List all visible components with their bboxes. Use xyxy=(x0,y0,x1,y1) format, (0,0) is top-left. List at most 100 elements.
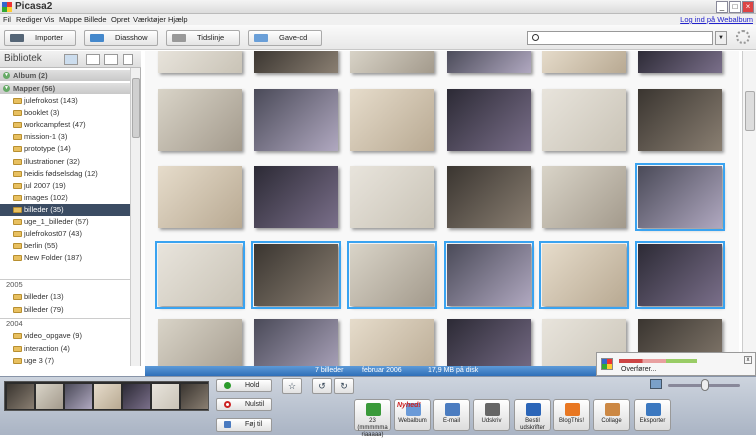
email-button[interactable]: E-mail xyxy=(433,399,470,431)
scrollbar-thumb[interactable] xyxy=(132,78,140,138)
detail-view-button[interactable] xyxy=(104,54,118,65)
folder-item[interactable]: uge_1_billeder (57) xyxy=(0,216,130,228)
search-dropdown-button[interactable]: ▼ xyxy=(715,31,727,45)
zoom-slider-knob[interactable] xyxy=(701,379,709,391)
import-button[interactable]: Importer xyxy=(4,30,76,46)
login-webalbum-link[interactable]: Log ind på Webalbum xyxy=(680,15,753,24)
folder-icon xyxy=(13,170,22,177)
photo-thumbnail[interactable] xyxy=(254,166,338,228)
photo-thumbnail[interactable] xyxy=(444,241,534,309)
photo-thumbnail[interactable] xyxy=(350,51,434,73)
search-input[interactable] xyxy=(527,31,713,45)
export-button[interactable]: Eksporter xyxy=(634,399,671,431)
photo-thumbnail[interactable] xyxy=(542,89,626,151)
collage-button[interactable]: Collage xyxy=(593,399,630,431)
hold-button[interactable]: Hold xyxy=(216,379,272,392)
maximize-button[interactable]: □ xyxy=(729,1,741,13)
menu-view[interactable]: Vis xyxy=(44,15,54,24)
folder-group[interactable]: ▼ Mapper (56) xyxy=(0,83,130,94)
tray-thumbnail[interactable] xyxy=(7,384,34,409)
photo-thumbnail[interactable] xyxy=(254,319,338,366)
photo-thumbnail[interactable] xyxy=(158,51,242,73)
folder-item[interactable]: images (102) xyxy=(0,192,130,204)
menu-help[interactable]: Hjælp xyxy=(168,15,188,24)
menu-file[interactable]: Fil xyxy=(3,15,11,24)
photo-thumbnail[interactable] xyxy=(635,163,725,231)
tray-thumbnail[interactable] xyxy=(152,384,179,409)
photo-thumbnail[interactable] xyxy=(350,166,434,228)
menu-picture[interactable]: Billede xyxy=(84,15,107,24)
photo-thumbnail[interactable] xyxy=(542,51,626,73)
folder-item[interactable]: billeder (13) xyxy=(0,291,130,303)
tray-thumbnail[interactable] xyxy=(123,384,150,409)
photo-thumbnail[interactable] xyxy=(158,89,242,151)
album-group[interactable]: ▼ Album (2) xyxy=(0,70,130,81)
folder-item[interactable]: jul 2007 (19) xyxy=(0,180,130,192)
folder-item[interactable]: interaction (4) xyxy=(0,343,130,355)
photo-thumbnail[interactable] xyxy=(155,241,245,309)
photo-thumbnail[interactable] xyxy=(638,51,722,73)
folder-item[interactable]: julefrokost (143) xyxy=(0,95,130,107)
photo-thumbnail[interactable] xyxy=(350,319,434,366)
order-prints-button[interactable]: Bestil udskrifter xyxy=(514,399,551,431)
folder-item[interactable]: New Folder (187) xyxy=(0,252,130,264)
rotate-right-button[interactable]: ↻ xyxy=(334,378,354,394)
tray-thumbnail[interactable] xyxy=(181,384,208,409)
photo-thumbnail[interactable] xyxy=(447,51,531,73)
photo-thumbnail[interactable] xyxy=(447,319,531,366)
photo-grid-scrollbar[interactable] xyxy=(742,51,756,366)
menu-edit[interactable]: Rediger xyxy=(16,15,42,24)
timeline-button[interactable]: Tidslinje xyxy=(166,30,240,46)
close-icon[interactable]: x xyxy=(744,356,752,364)
library-scrollbar[interactable] xyxy=(130,68,140,366)
photo-thumbnail[interactable] xyxy=(447,166,531,228)
folder-item[interactable]: mission-1 (3) xyxy=(0,131,130,143)
folder-item[interactable]: berlin (55) xyxy=(0,240,130,252)
menu-folder[interactable]: Mappe xyxy=(59,15,82,24)
photo-thumbnail[interactable] xyxy=(158,166,242,228)
folder-item[interactable]: illustrationer (32) xyxy=(0,156,130,168)
list-view-button[interactable] xyxy=(86,54,100,65)
add-album-button[interactable] xyxy=(64,54,78,65)
minimize-button[interactable]: _ xyxy=(716,1,728,13)
tray-thumbnail[interactable] xyxy=(65,384,92,409)
close-button[interactable]: × xyxy=(742,1,754,13)
photo-thumbnail[interactable] xyxy=(638,89,722,151)
folder-item[interactable]: heidis fødselsdag (12) xyxy=(0,168,130,180)
menu-create[interactable]: Opret xyxy=(111,15,130,24)
photo-thumbnail[interactable] xyxy=(350,89,434,151)
photo-thumbnail[interactable] xyxy=(254,89,338,151)
photo-thumbnail[interactable] xyxy=(635,241,725,309)
folder-item[interactable]: booklet (3) xyxy=(0,107,130,119)
tray-thumbnail[interactable] xyxy=(36,384,63,409)
folder-item[interactable]: video_opgave (9) xyxy=(0,330,130,342)
slideshow-button[interactable]: Diasshow xyxy=(84,30,158,46)
photo-thumbnail[interactable] xyxy=(347,241,437,309)
giftcd-button[interactable]: Gave-cd xyxy=(248,30,322,46)
reset-button[interactable]: Nulstil xyxy=(216,398,272,411)
photo-thumbnail[interactable] xyxy=(251,241,341,309)
photo-thumbnail[interactable] xyxy=(539,241,629,309)
folder-item[interactable]: prototype (14) xyxy=(0,143,130,155)
folder-item[interactable]: julefrokost07 (43) xyxy=(0,228,130,240)
rotate-left-button[interactable]: ↺ xyxy=(312,378,332,394)
folder-item[interactable]: uge 3 (7) xyxy=(0,355,130,367)
photo-thumbnail[interactable] xyxy=(254,51,338,73)
library-menu-button[interactable] xyxy=(123,54,133,65)
print-button[interactable]: Udskriv xyxy=(473,399,510,431)
folder-icon xyxy=(13,306,22,313)
folder-icon xyxy=(13,158,22,165)
tray-thumbnail[interactable] xyxy=(94,384,121,409)
folder-item[interactable]: billeder (35) xyxy=(0,203,130,216)
folder-item[interactable]: workcampfest (47) xyxy=(0,119,130,131)
scrollbar-thumb[interactable] xyxy=(745,91,755,131)
blogger-button[interactable]: 23 (mmmmma riaaaaa) xyxy=(354,399,391,438)
photo-thumbnail[interactable] xyxy=(158,319,242,366)
photo-thumbnail[interactable] xyxy=(542,166,626,228)
star-button[interactable]: ☆ xyxy=(282,378,302,394)
add-to-button[interactable]: Føj til xyxy=(216,418,272,432)
blogthis-button[interactable]: BlogThis! xyxy=(553,399,590,431)
menu-tools[interactable]: Værktøjer xyxy=(133,15,166,24)
photo-thumbnail[interactable] xyxy=(447,89,531,151)
folder-item[interactable]: billeder (79) xyxy=(0,304,130,316)
